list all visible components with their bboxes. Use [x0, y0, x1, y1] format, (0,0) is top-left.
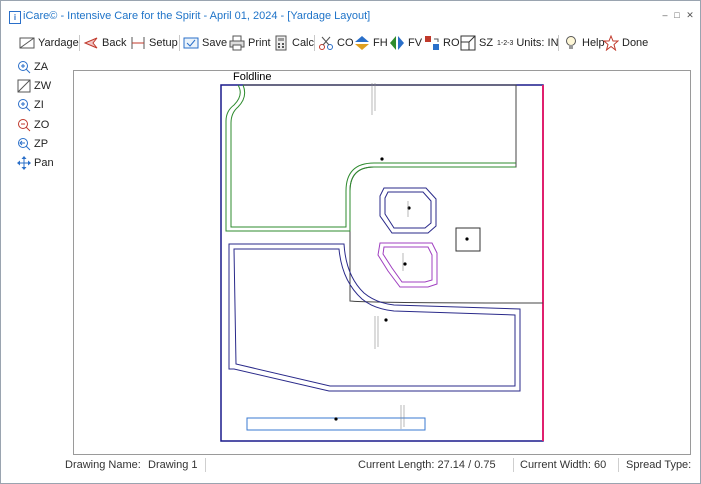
star-icon: [603, 35, 619, 51]
done-label: Done: [622, 37, 649, 49]
flip-horizontal-icon: [355, 36, 369, 50]
pattern-piece-green-outer[interactable]: [225, 84, 516, 232]
pattern-piece-pocket-inner: [382, 246, 433, 283]
layout-canvas[interactable]: Foldline: [73, 70, 691, 455]
zo-label: ZO: [34, 119, 50, 131]
back-arrow-icon: [83, 37, 98, 49]
setup-label: Setup: [149, 37, 178, 49]
minimize-button[interactable]: –: [659, 9, 671, 21]
sz-label: SZ: [479, 37, 494, 49]
zoom-in-icon: [18, 99, 31, 112]
back-label: Back: [102, 37, 127, 49]
close-button[interactable]: ✕: [684, 9, 696, 21]
rotate-icon: [425, 36, 439, 50]
pattern-piece-back[interactable]: [243, 84, 544, 304]
zoom-previous-icon: [18, 138, 31, 151]
pattern-piece-front[interactable]: [228, 243, 521, 392]
zo-button[interactable]: ZO: [17, 115, 49, 135]
setup-button[interactable]: Setup: [130, 33, 178, 53]
zp-button[interactable]: ZP: [17, 134, 48, 154]
calc-button[interactable]: Calc: [273, 33, 314, 53]
current-length: Current Length: 27.14 / 0.75: [358, 459, 496, 471]
za-button[interactable]: ZA: [17, 57, 48, 77]
drawing-name-label: Drawing Name:: [65, 459, 141, 471]
save-icon: [183, 37, 199, 49]
save-button[interactable]: Save: [183, 33, 227, 53]
pan-button[interactable]: Pan: [17, 153, 54, 173]
restore-button[interactable]: □: [671, 9, 683, 21]
zp-label: ZP: [34, 138, 49, 150]
title-bar: i iCare© - Intensive Care for the Spirit…: [1, 1, 700, 31]
za-label: ZA: [34, 61, 49, 73]
current-width: Current Width: 60: [520, 459, 607, 471]
app-icon: i: [9, 11, 21, 24]
zoom-all-icon: [18, 61, 31, 74]
toolbar-divider: [79, 35, 80, 51]
pan-arrows-icon: [17, 156, 31, 170]
status-divider: [205, 458, 206, 472]
spread-type: Spread Type:: [626, 459, 692, 471]
units-button[interactable]: 1-2-3 Units: IN: [497, 33, 559, 53]
save-label: Save: [202, 37, 228, 49]
yardage-icon: [19, 37, 35, 49]
grain-marker: [403, 262, 407, 266]
grain-marker: [380, 157, 384, 161]
pattern-piece-green-inner: [230, 84, 516, 228]
zoom-out-icon: [18, 119, 31, 132]
yardage-button[interactable]: Yardage: [19, 33, 79, 53]
calculator-icon: [275, 35, 287, 51]
grain-marker: [384, 318, 388, 322]
fh-button[interactable]: FH: [354, 33, 388, 53]
status-divider: [618, 458, 619, 472]
grain-marker: [334, 417, 338, 421]
ro-label: RO: [443, 37, 460, 49]
scissors-icon: [319, 36, 333, 50]
zi-button[interactable]: ZI: [17, 95, 44, 115]
zw-button[interactable]: ZW: [17, 76, 51, 96]
co-button[interactable]: CO: [318, 33, 354, 53]
flip-vertical-icon: [390, 36, 404, 50]
pan-label: Pan: [34, 157, 54, 169]
printer-icon: [229, 35, 245, 51]
done-button[interactable]: Done: [603, 33, 648, 53]
size-icon: [460, 35, 476, 51]
co-label: CO: [337, 37, 354, 49]
marker-layout-drawing: [220, 83, 544, 442]
main-toolbar: Yardage Back Setup Save Print Calc CO FH…: [13, 32, 693, 54]
units-123-icon: 1-2-3: [497, 39, 514, 47]
app-window: i iCare© - Intensive Care for the Spirit…: [0, 0, 701, 484]
pattern-piece-front-inner: [233, 248, 516, 387]
help-label: Help: [582, 37, 605, 49]
drawing-name-value: Drawing 1: [148, 459, 198, 471]
grain-marker: [465, 237, 469, 241]
toolbar-divider: [558, 35, 559, 51]
zoom-window-icon: [17, 79, 31, 93]
setup-ruler-icon: [131, 37, 145, 49]
toolbar-divider: [314, 35, 315, 51]
fv-label: FV: [408, 37, 423, 49]
back-button[interactable]: Back: [83, 33, 126, 53]
zw-label: ZW: [34, 80, 52, 92]
print-button[interactable]: Print: [229, 33, 271, 53]
help-button[interactable]: Help: [563, 33, 605, 53]
pattern-piece-pocket[interactable]: [377, 242, 438, 288]
toolbar-divider: [179, 35, 180, 51]
print-label: Print: [248, 37, 271, 49]
window-title: iCare© - Intensive Care for the Spirit -…: [23, 10, 371, 22]
yardage-label: Yardage: [38, 37, 79, 49]
status-bar: Drawing Name: Drawing 1 Current Length: …: [1, 456, 700, 474]
fv-button[interactable]: FV: [389, 33, 422, 53]
zi-label: ZI: [34, 99, 44, 111]
lightbulb-icon: [566, 36, 576, 49]
fabric-spread-outline: [220, 84, 544, 442]
fh-label: FH: [373, 37, 388, 49]
sz-button[interactable]: SZ: [460, 33, 493, 53]
status-divider: [513, 458, 514, 472]
ro-button[interactable]: RO: [424, 33, 460, 53]
units-label: Units: IN: [516, 37, 559, 49]
calc-label: Calc: [292, 37, 315, 49]
